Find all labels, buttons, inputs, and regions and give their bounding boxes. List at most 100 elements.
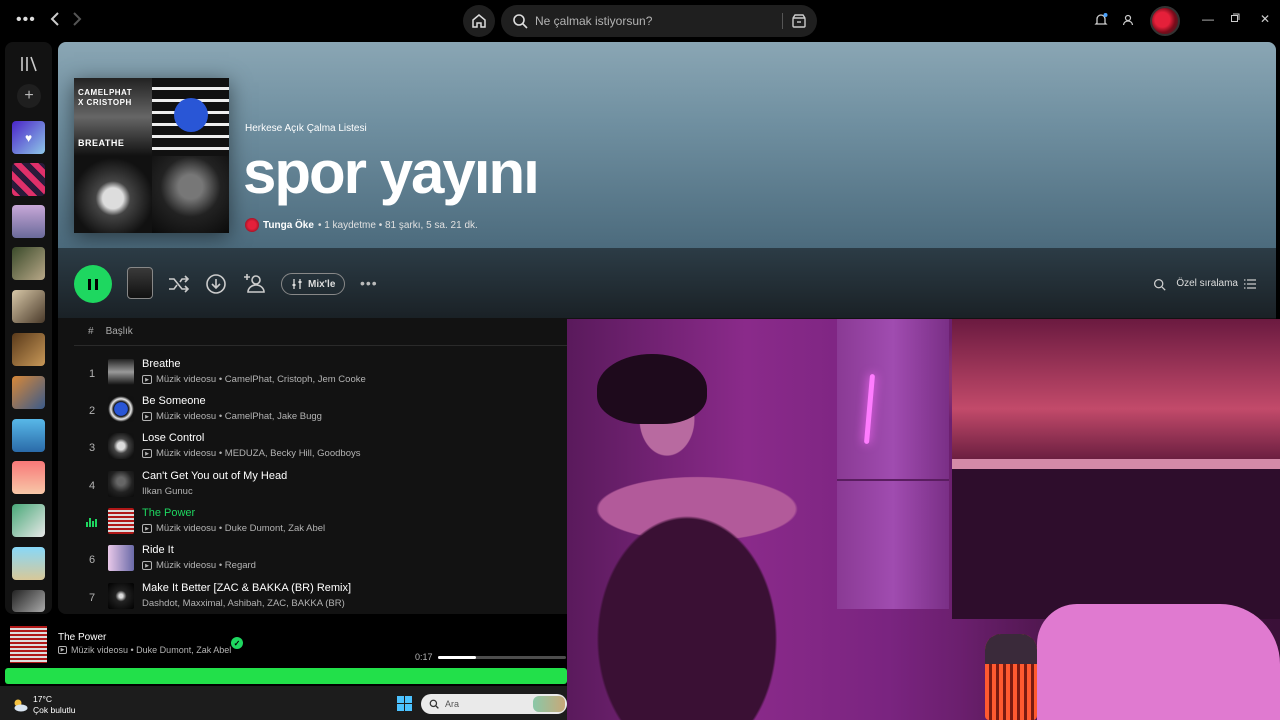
weather-condition: Çok bulutlu [33,705,76,715]
search-in-playlist-icon[interactable] [1153,278,1166,296]
more-options-icon[interactable]: ••• [360,275,378,291]
progress-fill [438,656,477,659]
now-playing-title[interactable]: The Power [58,632,106,643]
playlist-title[interactable]: spor yayını [243,138,540,207]
taskbar-search-text: Ara [445,699,460,709]
create-playlist-icon[interactable]: + [17,84,41,108]
minimize-icon[interactable]: — [1202,12,1214,26]
close-icon[interactable]: ✕ [1260,12,1270,26]
sidebar-playlist-thumb[interactable] [12,590,45,612]
track-title[interactable]: Be Someone [142,395,206,407]
track-artists-text: Müzik videosu • CamelPhat, Cristoph, Jem… [156,374,366,385]
forward-arrow-icon[interactable] [72,11,82,32]
table-row[interactable]: 7 Make It Better [ZAC & BAKKA (BR) Remix… [74,580,574,614]
table-row-playing[interactable]: The Power ▶ Müzik videosu • Duke Dumont, … [74,505,574,541]
table-row[interactable]: 3 Lose Control ▶ Müzik videosu • MEDUZA, … [74,430,574,466]
library-sidebar: + ♥ [5,42,52,614]
playlist-meta: Tunga Öke • 1 kaydetme • 81 şarkı, 5 sa.… [245,218,478,232]
track-thumb [108,471,134,497]
mix-button[interactable]: Mix'le [281,273,346,295]
pause-button[interactable] [74,265,112,303]
search-bar[interactable] [501,5,817,37]
sidebar-playlist-thumb[interactable] [12,504,45,537]
friends-activity-icon[interactable] [1120,12,1136,33]
track-artists-text: Ilkan Gunuc [142,486,193,497]
user-avatar[interactable] [1150,6,1180,36]
track-number: 6 [88,554,96,566]
windows-taskbar: 17°C Çok bulutlu Ara [0,686,567,720]
track-title[interactable]: Breathe [142,358,181,370]
home-button[interactable] [463,5,495,37]
shuffle-icon[interactable] [168,274,190,299]
sidebar-playlist-thumb[interactable] [12,290,45,323]
webcam-lamp [985,634,1037,720]
track-title[interactable]: Ride It [142,544,174,556]
track-number: 2 [88,405,96,417]
liked-songs-thumb[interactable]: ♥ [12,121,45,154]
playlist-cover[interactable]: CAMELPHAT X CRISTOPH BREATHE [74,78,229,233]
maximize-icon[interactable] [1230,12,1240,26]
back-arrow-icon[interactable] [50,11,60,32]
table-row[interactable]: 6 Ride It ▶ Müzik videosu • Regard [74,542,574,578]
track-number: 4 [88,480,96,492]
cloud-sun-icon [12,698,28,712]
now-playing-artists-text[interactable]: Müzik videosu • Duke Dumont, Zak Abel [71,645,231,655]
search-input[interactable] [535,14,775,28]
progress-bar[interactable] [438,656,566,659]
search-icon [511,12,529,30]
taskbar-search[interactable]: Ara [421,694,567,714]
sidebar-playlist-thumb[interactable] [12,547,45,580]
webcam-kitchen-wall [952,319,1280,469]
track-thumb [108,508,134,534]
video-icon: ▶ [142,561,152,570]
windows-start-icon[interactable] [397,696,412,711]
video-icon: ▶ [58,646,67,654]
sort-dropdown[interactable]: Özel sıralama [1176,278,1256,289]
track-artists-text: Müzik videosu • CamelPhat, Jake Bugg [156,411,322,422]
webcam-overlay [567,319,1280,720]
sidebar-playlist-thumb[interactable] [12,205,45,238]
track-title[interactable]: Lose Control [142,432,204,444]
webcam-person [577,339,837,720]
sidebar-playlist-thumb[interactable] [12,247,45,280]
cover-text: BREATHE [78,138,125,148]
cover-text: CAMELPHAT [78,88,133,97]
sidebar-playlist-thumb[interactable] [12,461,45,494]
now-playing-cover[interactable] [10,626,47,663]
sidebar-playlist-thumb[interactable] [12,376,45,409]
weather-widget[interactable]: 17°C Çok bulutlu [12,694,76,716]
video-icon: ▶ [142,449,152,458]
playlist-stats: • 1 kaydetme • 81 şarkı, 5 sa. 21 dk. [317,219,478,231]
track-title[interactable]: The Power [142,507,195,519]
track-artists: ▶ Müzik videosu • CamelPhat, Cristoph, Je… [142,374,366,385]
sidebar-playlist-thumb[interactable] [12,333,45,366]
table-row[interactable]: 4 Can't Get You out of My Head Ilkan Gun… [74,468,574,504]
playlist-mini-cover[interactable] [127,267,153,299]
table-row[interactable]: 2 Be Someone ▶ Müzik videosu • CamelPhat,… [74,393,574,429]
table-row[interactable]: 1 Breathe ▶ Müzik videosu • CamelPhat, Cr… [74,356,574,392]
cover-tile [74,155,152,233]
track-title[interactable]: Can't Get You out of My Head [142,470,287,482]
sidebar-playlist-thumb[interactable] [12,163,45,196]
library-icon[interactable] [20,56,38,77]
owner-avatar[interactable] [245,218,259,232]
browse-icon[interactable] [790,12,808,35]
cover-tile: CAMELPHAT X CRISTOPH BREATHE [74,78,152,156]
cover-text: X CRISTOPH [78,98,132,107]
track-title[interactable]: Make It Better [ZAC & BAKKA (BR) Remix] [142,582,351,594]
top-bar: ••• — ✕ [0,0,1280,42]
download-icon[interactable] [206,274,226,299]
home-icon [472,14,486,28]
sidebar-playlist-thumb[interactable] [12,419,45,452]
webcam-cloth [1037,604,1280,720]
notifications-icon[interactable] [1093,12,1109,33]
search-divider [782,13,783,29]
menu-dots-icon[interactable]: ••• [16,11,36,29]
column-number: # [88,326,94,337]
cover-tile [151,155,229,233]
column-title[interactable]: Başlık [106,326,133,337]
invite-collaborator-icon[interactable] [243,272,267,299]
video-icon: ▶ [142,524,152,533]
saved-check-icon[interactable]: ✓ [231,637,243,649]
owner-name[interactable]: Tunga Öke [263,220,314,231]
